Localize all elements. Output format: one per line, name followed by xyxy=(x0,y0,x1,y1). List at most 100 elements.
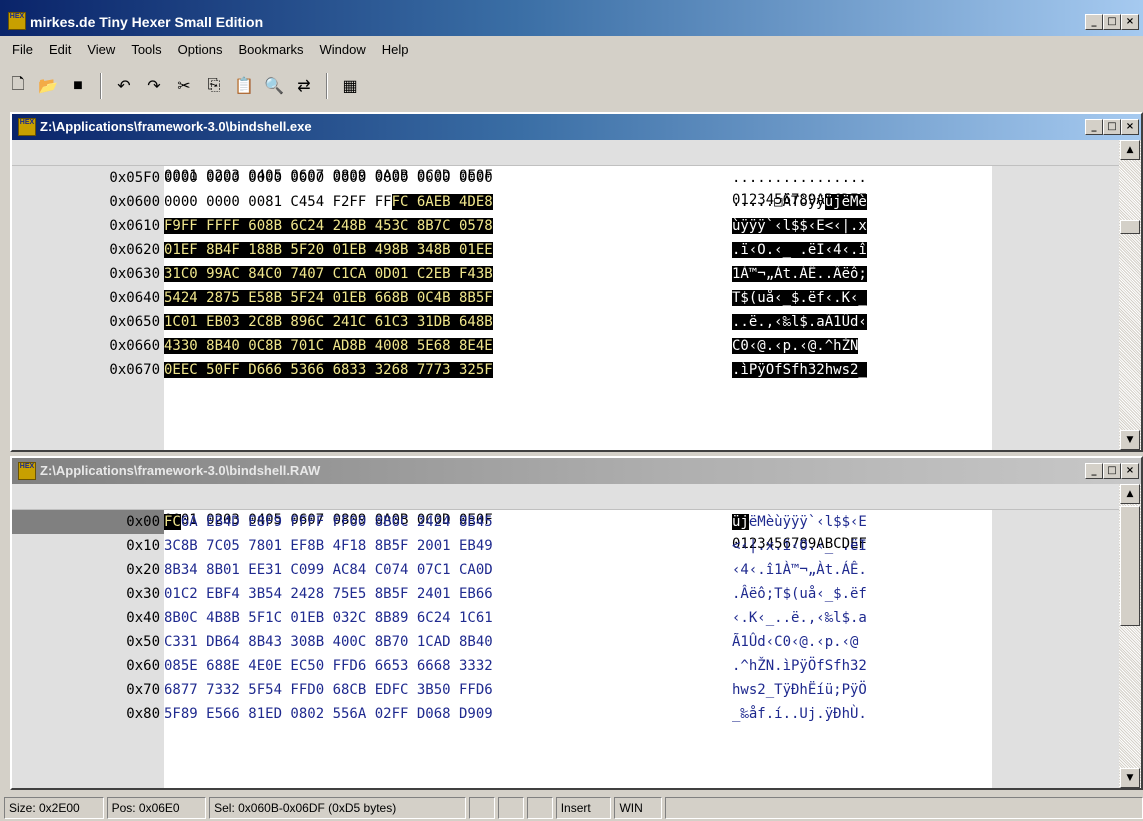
row-hex-bytes[interactable]: C331 DB64 8B43 308B 400C 8B70 1CAD 8B40 xyxy=(164,630,493,654)
row-hex-bytes[interactable]: 085E 688E 4E0E EC50 FFD6 6653 6668 3332 xyxy=(164,654,493,678)
hex-row[interactable]: 0x0600 0000 0000 0081 C454 F2FF FFFC 6AEB… xyxy=(12,190,1119,214)
row-hex-bytes[interactable]: 8B34 8B01 EE31 C099 AC84 C074 07C1 CA0D xyxy=(164,558,493,582)
row-ascii[interactable]: T$(uå‹_$.ëf‹.K‹_ xyxy=(732,286,867,310)
hex-row[interactable]: 0x50 C331 DB64 8B43 308B 400C 8B70 1CAD 8… xyxy=(12,630,1119,654)
app-close-button[interactable]: × xyxy=(1121,14,1139,30)
row-hex-bytes[interactable]: 31C0 99AC 84C0 7407 C1CA 0D01 C2EB F43B xyxy=(164,262,493,286)
menu-options[interactable]: Options xyxy=(170,42,231,57)
copy-icon[interactable]: ⎘ xyxy=(202,74,226,98)
scroll-up-arrow-icon[interactable]: ▲ xyxy=(1120,484,1140,504)
row-hex-bytes[interactable]: 8B0C 4B8B 5F1C 01EB 032C 8B89 6C24 1C61 xyxy=(164,606,493,630)
find-icon[interactable]: 🔍 xyxy=(262,74,286,98)
vertical-scrollbar[interactable]: ▲ ▼ xyxy=(1119,484,1141,788)
row-hex-bytes[interactable]: 01C2 EBF4 3B54 2428 75E5 8B5F 2401 EB66 xyxy=(164,582,493,606)
save-icon[interactable]: ■ xyxy=(66,74,90,98)
hex-row[interactable]: 0x0660 4330 8B40 0C8B 701C AD8B 4008 5E68… xyxy=(12,334,1119,358)
calculator-icon[interactable]: ▦ xyxy=(338,74,362,98)
app-minimize-button[interactable]: _ xyxy=(1085,14,1103,30)
hex-row[interactable]: 0x0650 1C01 EB03 2C8B 896C 241C 61C3 31DB… xyxy=(12,310,1119,334)
hex-row[interactable]: 0x80 5F89 E566 81ED 0802 556A 02FF D068 D… xyxy=(12,702,1119,726)
menu-edit[interactable]: Edit xyxy=(41,42,79,57)
row-ascii[interactable]: .ï‹O.‹_ .ëI‹4‹.î xyxy=(732,238,867,262)
hex-row[interactable]: 0x70 6877 7332 5F54 FFD0 68CB EDFC 3B50 F… xyxy=(12,678,1119,702)
child-close-button[interactable]: × xyxy=(1121,119,1139,135)
row-ascii[interactable]: ..ë.,‹‰l$.aÃ1Ûd‹ xyxy=(732,310,867,334)
cut-icon[interactable]: ✂ xyxy=(172,74,196,98)
redo-icon[interactable]: ↷ xyxy=(142,74,166,98)
child-maximize-button[interactable]: □ xyxy=(1103,463,1121,479)
menu-help[interactable]: Help xyxy=(374,42,417,57)
row-ascii[interactable]: .ìPÿÖfSfh32hws2_ xyxy=(732,358,867,382)
row-ascii[interactable]: üjëMèùÿÿÿ`‹l$$‹E xyxy=(732,510,867,534)
row-hex-bytes[interactable]: F9FF FFFF 608B 6C24 248B 453C 8B7C 0578 xyxy=(164,214,493,238)
row-hex-bytes[interactable]: 6877 7332 5F54 FFD0 68CB EDFC 3B50 FFD6 xyxy=(164,678,493,702)
bytes: 0000 0000 0081 C454 F2FF FF xyxy=(164,194,392,210)
menu-file[interactable]: File xyxy=(4,42,41,57)
scroll-thumb[interactable] xyxy=(1120,220,1140,234)
row-hex-bytes[interactable]: 0000 0000 0081 C454 F2FF FFFC 6AEB 4DE8 xyxy=(164,190,493,214)
hex-row[interactable]: 0x00 FC6A EB4D E8F9 FFFF FF60 8B6C 2424 8… xyxy=(12,510,1119,534)
row-hex-bytes[interactable]: 0EEC 50FF D666 5366 6833 3268 7773 325F xyxy=(164,358,493,382)
row-ascii[interactable]: ‹.K‹_..ë.,‹‰l$.a xyxy=(732,606,867,630)
row-hex-bytes[interactable]: 4330 8B40 0C8B 701C AD8B 4008 5E68 8E4E xyxy=(164,334,493,358)
row-ascii[interactable]: <‹|.x.ï‹O.‹_ .ëI xyxy=(732,534,867,558)
bytes: ëMèùÿÿÿ`‹l$$‹E xyxy=(748,514,867,530)
menu-window[interactable]: Window xyxy=(312,42,374,57)
row-ascii[interactable]: C0‹@.‹p.­‹@.^hŽN xyxy=(732,334,859,358)
row-ascii[interactable]: .Âëô;T$(uå‹_$.ëf xyxy=(732,582,867,606)
hex-row[interactable]: 0x0620 01EF 8B4F 188B 5F20 01EB 498B 348B… xyxy=(12,238,1119,262)
scroll-down-arrow-icon[interactable]: ▼ xyxy=(1120,768,1140,788)
hex-row[interactable]: 0x20 8B34 8B01 EE31 C099 AC84 C074 07C1 C… xyxy=(12,558,1119,582)
hex-grid[interactable]: 0001 0203 0405 0607 0809 0A0B 0C0D 0E0F … xyxy=(12,484,1119,788)
hex-row[interactable]: 0x0670 0EEC 50FF D666 5366 6833 3268 7773… xyxy=(12,358,1119,382)
row-hex-bytes[interactable]: 1C01 EB03 2C8B 896C 241C 61C3 31DB 648B xyxy=(164,310,493,334)
open-folder-icon[interactable]: 📂 xyxy=(36,74,60,98)
row-ascii[interactable]: .....□ÄTòÿÿüjëMè xyxy=(732,190,867,214)
row-hex-bytes[interactable]: 0000 0000 0000 0000 0000 0000 0000 0000 xyxy=(164,166,493,190)
row-ascii[interactable]: _‰åf.í..Uj.ÿÐhÙ. xyxy=(732,702,867,726)
goto-icon[interactable]: ⇄ xyxy=(292,74,316,98)
row-hex-bytes[interactable]: 01EF 8B4F 188B 5F20 01EB 498B 348B 01EE xyxy=(164,238,493,262)
row-ascii[interactable]: ................ xyxy=(732,166,867,190)
row-ascii[interactable]: ‹4‹.î1À™¬„Àt.ÁÊ. xyxy=(732,558,867,582)
row-ascii[interactable]: ùÿÿÿ`‹l$$‹E<‹|.x xyxy=(732,214,867,238)
hex-row[interactable]: 0x60 085E 688E 4E0E EC50 FFD6 6653 6668 3… xyxy=(12,654,1119,678)
row-hex-bytes[interactable]: 5F89 E566 81ED 0802 556A 02FF D068 D909 xyxy=(164,702,493,726)
row-hex-bytes[interactable]: 5424 2875 E58B 5F24 01EB 668B 0C4B 8B5F xyxy=(164,286,493,310)
child-titlebar: HEX Z:\Applications\framework-3.0\bindsh… xyxy=(12,458,1141,484)
hex-row[interactable]: 0x0630 31C0 99AC 84C0 7407 C1CA 0D01 C2EB… xyxy=(12,262,1119,286)
scroll-thumb[interactable] xyxy=(1120,506,1140,626)
row-offset: 0x05F0 xyxy=(109,170,160,186)
row-ascii[interactable]: hws2_TÿÐhËíü;PÿÖ xyxy=(732,678,867,702)
menu-bookmarks[interactable]: Bookmarks xyxy=(230,42,311,57)
menu-tools[interactable]: Tools xyxy=(123,42,169,57)
new-file-icon[interactable]: 🗋 xyxy=(6,74,30,98)
paste-icon[interactable]: 📋 xyxy=(232,74,256,98)
menu-view[interactable]: View xyxy=(79,42,123,57)
undo-icon[interactable]: ↶ xyxy=(112,74,136,98)
hex-grid[interactable]: 0001 0203 0405 0607 0809 0A0B 0C0D 0E0F … xyxy=(12,140,1119,450)
row-hex-bytes[interactable]: FC6A EB4D E8F9 FFFF FF60 8B6C 2424 8B45 xyxy=(164,510,493,534)
hex-window-bindshell-exe[interactable]: HEX Z:\Applications\framework-3.0\bindsh… xyxy=(10,112,1143,452)
row-offset: 0x10 xyxy=(126,538,160,554)
row-ascii[interactable]: 1À™¬„Àt.ÁÊ..Âëô; xyxy=(732,262,867,286)
hex-row[interactable]: 0x0610 F9FF FFFF 608B 6C24 248B 453C 8B7C… xyxy=(12,214,1119,238)
hex-row[interactable]: 0x10 3C8B 7C05 7801 EF8B 4F18 8B5F 2001 E… xyxy=(12,534,1119,558)
scroll-down-arrow-icon[interactable]: ▼ xyxy=(1120,430,1140,450)
hex-window-bindshell-raw[interactable]: HEX Z:\Applications\framework-3.0\bindsh… xyxy=(10,456,1143,790)
hex-row[interactable]: 0x30 01C2 EBF4 3B54 2428 75E5 8B5F 2401 E… xyxy=(12,582,1119,606)
toolbar: 🗋 📂 ■ ↶ ↷ ✂ ⎘ 📋 🔍 ⇄ ▦ xyxy=(0,66,1143,106)
row-ascii[interactable]: Ã1Ûd‹C0‹@.‹p.­‹@ xyxy=(732,630,858,654)
hex-row[interactable]: 0x0640 5424 2875 E58B 5F24 01EB 668B 0C4B… xyxy=(12,286,1119,310)
scroll-up-arrow-icon[interactable]: ▲ xyxy=(1120,140,1140,160)
child-minimize-button[interactable]: _ xyxy=(1085,463,1103,479)
app-maximize-button[interactable]: □ xyxy=(1103,14,1121,30)
hex-row[interactable]: 0x05F0 0000 0000 0000 0000 0000 0000 0000… xyxy=(12,166,1119,190)
child-maximize-button[interactable]: □ xyxy=(1103,119,1121,135)
hex-row[interactable]: 0x40 8B0C 4B8B 5F1C 01EB 032C 8B89 6C24 1… xyxy=(12,606,1119,630)
child-minimize-button[interactable]: _ xyxy=(1085,119,1103,135)
child-close-button[interactable]: × xyxy=(1121,463,1139,479)
vertical-scrollbar[interactable]: ▲ ▼ xyxy=(1119,140,1141,450)
row-ascii[interactable]: .^hŽN.ìPÿÖfSfh32 xyxy=(732,654,867,678)
row-hex-bytes[interactable]: 3C8B 7C05 7801 EF8B 4F18 8B5F 2001 EB49 xyxy=(164,534,493,558)
